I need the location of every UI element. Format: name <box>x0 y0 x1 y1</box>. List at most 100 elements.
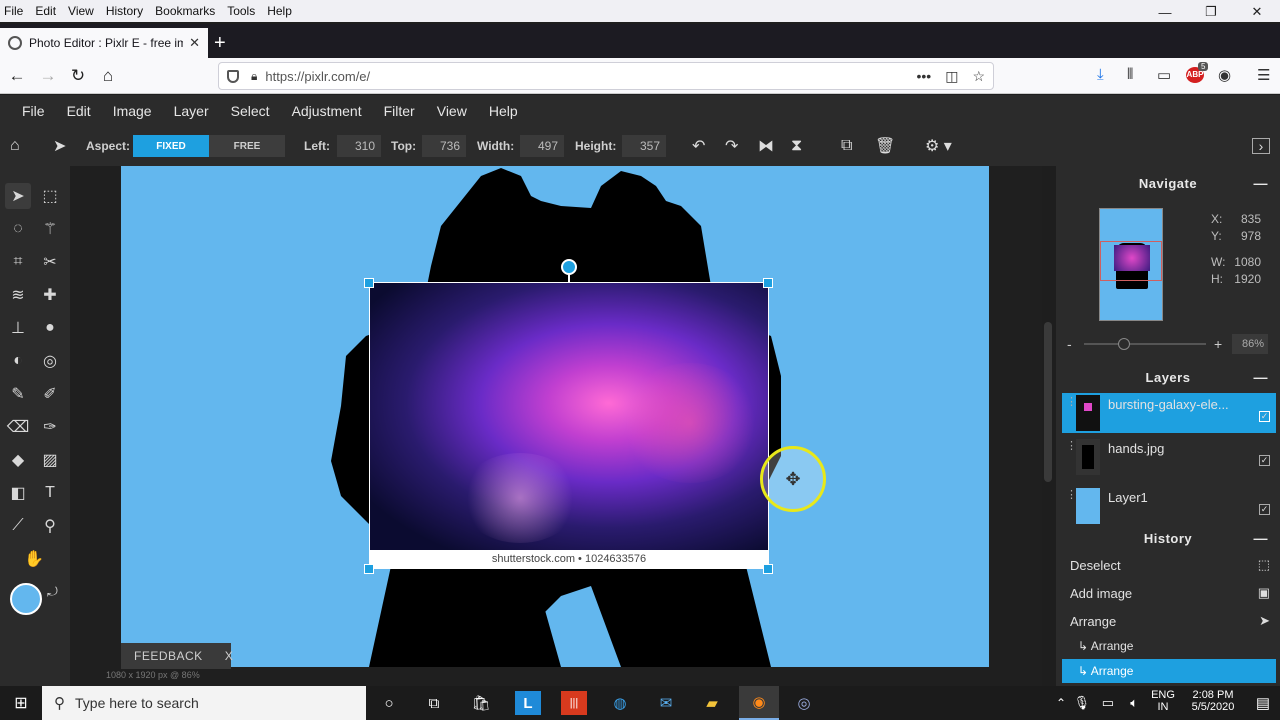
edge-icon[interactable]: ◍ <box>607 691 633 715</box>
bookmark-star-icon[interactable]: ☆ <box>972 68 985 85</box>
app-menu-select[interactable]: Select <box>220 103 281 119</box>
layer-item[interactable]: ⋮ bursting-galaxy-ele... ✓ <box>1062 393 1276 433</box>
history-collapse-icon[interactable]: — <box>1254 530 1269 546</box>
zoom-icon[interactable]: ⚲ <box>37 513 63 539</box>
browser-menu-view[interactable]: View <box>62 4 100 18</box>
back-icon[interactable]: ← <box>5 64 29 88</box>
close-icon[interactable]: ✕ <box>1234 0 1280 24</box>
app-l-icon[interactable]: L <box>515 691 541 715</box>
history-header[interactable]: History — <box>1056 523 1280 553</box>
history-item-current[interactable]: ↳ Arrange <box>1062 659 1276 683</box>
feedback-close-icon[interactable]: X <box>225 649 234 663</box>
zoom-value[interactable]: 86% <box>1232 334 1268 354</box>
workspace-scrollbar[interactable] <box>1044 322 1052 482</box>
navigate-header[interactable]: Navigate — <box>1056 168 1280 198</box>
file-explorer-icon[interactable]: ▰ <box>699 691 725 715</box>
tray-overflow-icon[interactable]: ⌃ <box>1056 696 1066 710</box>
flip-vertical-icon[interactable]: ⧗ <box>791 137 802 155</box>
tab-close-icon[interactable]: ✕ <box>189 35 200 51</box>
blur-drop-icon[interactable]: ● <box>37 315 63 341</box>
forward-icon[interactable]: → <box>36 64 60 88</box>
color-replace-icon[interactable]: ✑ <box>37 414 63 440</box>
hand-pan-icon[interactable]: ✋ <box>21 546 47 572</box>
reload-icon[interactable]: ↻ <box>66 64 90 88</box>
app-circle-icon[interactable]: ◎ <box>791 691 817 715</box>
resize-handle-bl[interactable] <box>364 564 374 574</box>
left-input[interactable]: 310 <box>337 135 381 157</box>
eyedropper-icon[interactable]: ⟋ <box>5 513 31 539</box>
layer-visibility-checkbox[interactable]: ✓ <box>1259 504 1270 515</box>
store-icon[interactable]: 🛍︎ <box>468 691 494 715</box>
eraser-icon[interactable]: ⌫ <box>5 414 31 440</box>
collapse-panel-icon[interactable]: › <box>1252 138 1270 154</box>
layer-visibility-checkbox[interactable]: ✓ <box>1259 455 1270 466</box>
home-icon[interactable]: ⌂ <box>10 137 20 155</box>
rotate-right-icon[interactable]: ↷ <box>725 136 738 156</box>
cortana-icon[interactable]: ○ <box>376 691 402 715</box>
rotate-handle[interactable] <box>561 259 577 275</box>
layer-item[interactable]: ⋮ hands.jpg ✓ <box>1062 437 1276 483</box>
navigate-collapse-icon[interactable]: — <box>1254 175 1269 191</box>
history-item[interactable]: Add image ▣ <box>1062 580 1276 606</box>
app-menu-help[interactable]: Help <box>478 103 529 119</box>
lock-icon[interactable]: 🔒︎ <box>251 69 257 84</box>
history-item[interactable]: Arrange ➤ <box>1062 608 1276 634</box>
account-icon[interactable]: ◉ <box>1218 66 1231 84</box>
lasso-select-icon[interactable]: ◌ <box>5 216 31 242</box>
browser-menu-history[interactable]: History <box>100 4 149 18</box>
home-icon[interactable]: ⌂ <box>96 64 120 88</box>
heal-bandage-icon[interactable]: ✚ <box>37 282 63 308</box>
url-text[interactable]: https://pixlr.com/e/ <box>265 69 370 84</box>
browser-menu-help[interactable]: Help <box>261 4 298 18</box>
layers-header[interactable]: Layers — <box>1056 362 1280 392</box>
aspect-fixed-button[interactable]: FIXED <box>133 135 209 157</box>
top-input[interactable]: 736 <box>422 135 466 157</box>
mail-icon[interactable]: ✉ <box>653 691 679 715</box>
app-menu-view[interactable]: View <box>426 103 478 119</box>
network-icon[interactable]: ▭ <box>1102 695 1114 711</box>
zoom-slider-thumb[interactable] <box>1118 338 1130 350</box>
browser-tab[interactable]: Photo Editor : Pixlr E - free ima ✕ <box>0 28 208 58</box>
new-tab-icon[interactable]: + <box>214 32 226 55</box>
feedback-button[interactable]: FEEDBACK X <box>121 643 234 669</box>
zoom-out-button[interactable]: - <box>1067 336 1072 352</box>
layers-collapse-icon[interactable]: — <box>1254 369 1269 385</box>
firefox-icon[interactable]: ◉ <box>739 686 779 720</box>
resize-handle-tr[interactable] <box>763 278 773 288</box>
settings-gear-icon[interactable]: ⚙ ▾ <box>925 136 952 156</box>
clone-stamp-icon[interactable]: ⊥ <box>5 315 31 341</box>
sidebar-icon[interactable]: ▭ <box>1157 66 1171 84</box>
resize-handle-br[interactable] <box>763 564 773 574</box>
layer-visibility-checkbox[interactable]: ✓ <box>1259 411 1270 422</box>
url-bar[interactable]: 🔒︎ https://pixlr.com/e/ ••• ◫ ☆ <box>218 62 994 90</box>
zoom-in-button[interactable]: + <box>1214 336 1222 352</box>
canvas[interactable]: shutterstock.com • 1024633576 ✥ <box>121 166 989 667</box>
magic-wand-icon[interactable]: ⚚ <box>37 216 63 242</box>
library-icon[interactable]: ⫴ <box>1127 66 1133 83</box>
minimize-icon[interactable]: — <box>1142 0 1188 24</box>
crop-icon[interactable]: ⌗ <box>5 249 31 275</box>
app-menu-adjustment[interactable]: Adjustment <box>281 103 373 119</box>
app-menu-edit[interactable]: Edit <box>56 103 102 119</box>
text-tool-icon[interactable]: T <box>37 480 63 506</box>
rotate-left-icon[interactable]: ↶ <box>692 136 705 156</box>
app-menu-layer[interactable]: Layer <box>163 103 220 119</box>
browser-menu-file[interactable]: File <box>0 4 29 18</box>
liquify-icon[interactable]: ≋ <box>5 282 31 308</box>
download-icon[interactable]: ⤓ <box>1097 66 1104 83</box>
page-actions-icon[interactable]: ••• <box>916 68 931 85</box>
swap-colors-icon[interactable]: ⤾ <box>47 584 58 600</box>
clock[interactable]: 2:08 PM 5/5/2020 <box>1184 689 1242 713</box>
primary-color-swatch[interactable] <box>10 583 42 615</box>
pocket-icon[interactable]: ◫ <box>945 68 958 85</box>
zoom-slider[interactable] <box>1084 343 1206 345</box>
navigator-thumbnail[interactable] <box>1099 208 1163 321</box>
aspect-free-button[interactable]: FREE <box>209 135 285 157</box>
windows-start-icon[interactable]: ⊞ <box>8 691 34 715</box>
app-menu-file[interactable]: File <box>0 103 56 119</box>
sponge-icon[interactable]: ◎ <box>37 348 63 374</box>
microphone-icon[interactable]: 🎙︎ <box>1073 695 1090 711</box>
language-indicator[interactable]: ENG IN <box>1146 689 1180 713</box>
flip-horizontal-icon[interactable]: ⧓ <box>758 136 774 156</box>
width-input[interactable]: 497 <box>520 135 564 157</box>
